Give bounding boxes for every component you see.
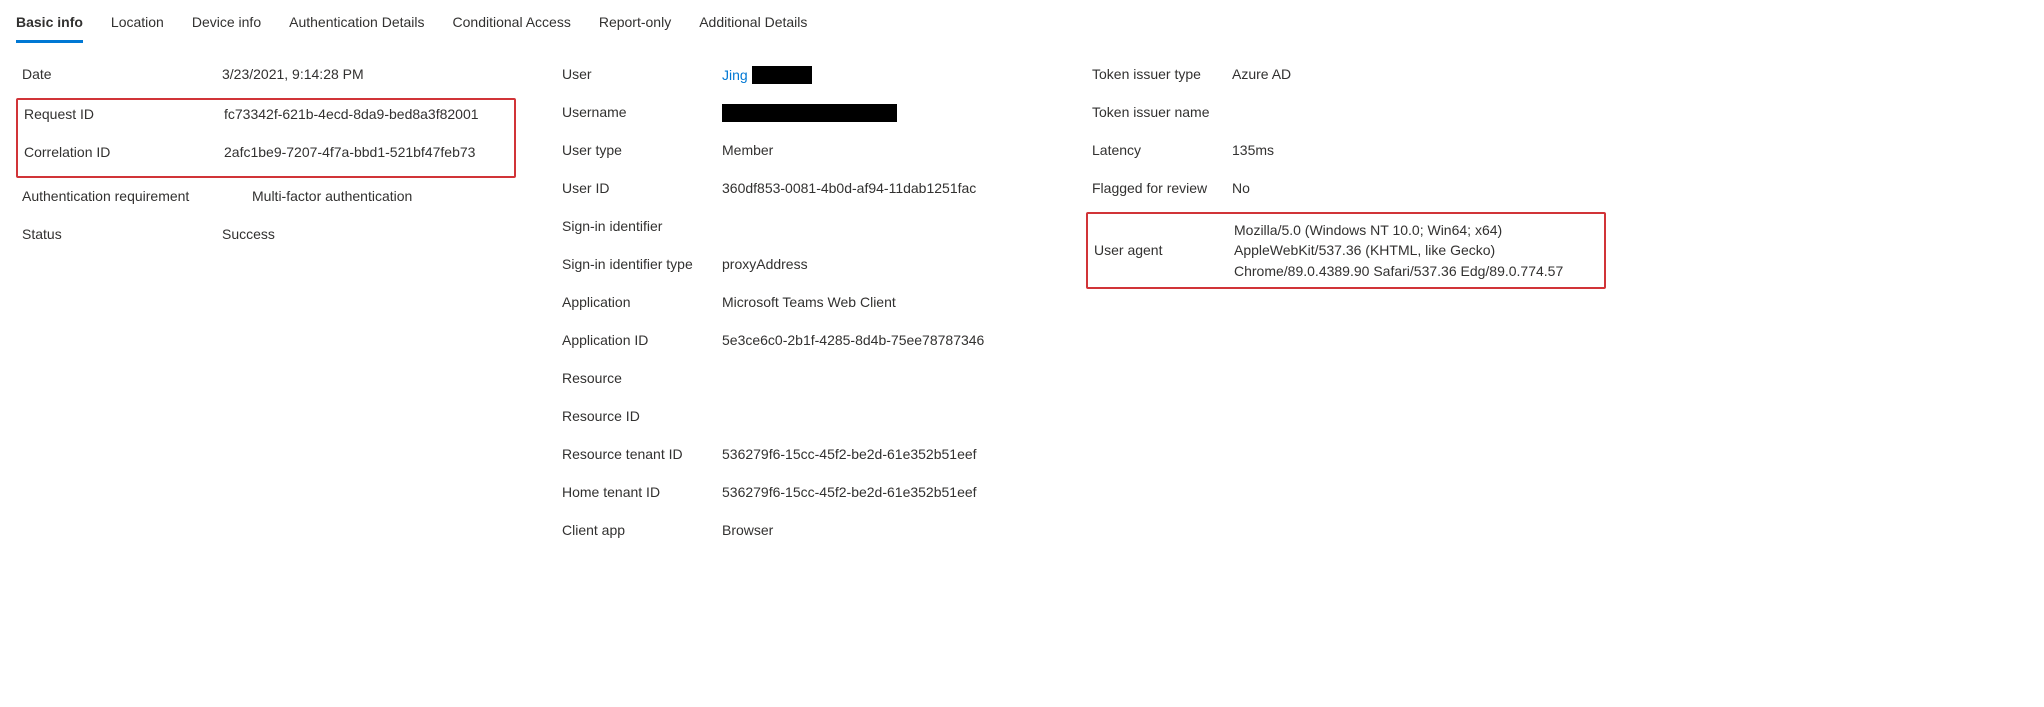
value-status: Success (222, 226, 510, 242)
row-correlation-id: Correlation ID 2afc1be9-7207-4f7a-bbd1-5… (18, 138, 514, 176)
label-request-id: Request ID (24, 106, 224, 122)
redacted-user-surname (752, 66, 812, 84)
label-auth-requirement: Authentication requirement (22, 188, 252, 204)
label-token-issuer-type: Token issuer type (1092, 66, 1232, 82)
label-application: Application (562, 294, 722, 310)
row-home-tenant-id: Home tenant ID 536279f6-15cc-45f2-be2d-6… (556, 476, 1046, 514)
user-link[interactable]: Jing (722, 67, 748, 83)
tab-report-only[interactable]: Report-only (599, 8, 671, 43)
tab-basic-info[interactable]: Basic info (16, 8, 83, 43)
label-user: User (562, 66, 722, 82)
row-signin-identifier-type: Sign-in identifier type proxyAddress (556, 248, 1046, 286)
value-user-agent: Mozilla/5.0 (Windows NT 10.0; Win64; x64… (1234, 220, 1598, 281)
row-resource: Resource (556, 362, 1046, 400)
tab-bar: Basic info Location Device info Authenti… (16, 8, 2028, 44)
row-user: User Jing (556, 58, 1046, 96)
row-date: Date 3/23/2021, 9:14:28 PM (16, 58, 516, 96)
row-resource-tenant-id: Resource tenant ID 536279f6-15cc-45f2-be… (556, 438, 1046, 476)
row-token-issuer-name: Token issuer name (1086, 96, 1606, 134)
value-home-tenant-id: 536279f6-15cc-45f2-be2d-61e352b51eef (722, 484, 1040, 500)
label-signin-identifier-type: Sign-in identifier type (562, 256, 722, 272)
value-signin-identifier-type: proxyAddress (722, 256, 1040, 272)
label-resource: Resource (562, 370, 722, 386)
value-resource-tenant-id: 536279f6-15cc-45f2-be2d-61e352b51eef (722, 446, 1040, 462)
label-status: Status (22, 226, 222, 242)
tab-location[interactable]: Location (111, 8, 164, 43)
row-auth-requirement: Authentication requirement Multi-factor … (16, 180, 516, 218)
value-flagged: No (1232, 180, 1600, 196)
value-auth-requirement: Multi-factor authentication (252, 188, 510, 204)
label-signin-identifier: Sign-in identifier (562, 218, 722, 234)
label-user-agent: User agent (1094, 242, 1234, 258)
label-token-issuer-name: Token issuer name (1092, 104, 1232, 120)
column-basic: Date 3/23/2021, 9:14:28 PM Request ID fc… (16, 58, 516, 256)
row-client-app: Client app Browser (556, 514, 1046, 552)
label-flagged: Flagged for review (1092, 180, 1232, 196)
row-token-issuer-type: Token issuer type Azure AD (1086, 58, 1606, 96)
tab-device-info[interactable]: Device info (192, 8, 261, 43)
column-token: Token issuer type Azure AD Token issuer … (1086, 58, 1606, 291)
row-flagged: Flagged for review No (1086, 172, 1606, 210)
details-columns: Date 3/23/2021, 9:14:28 PM Request ID fc… (16, 58, 2028, 552)
highlight-box-ids: Request ID fc73342f-621b-4ecd-8da9-bed8a… (16, 98, 516, 178)
label-home-tenant-id: Home tenant ID (562, 484, 722, 500)
row-application-id: Application ID 5e3ce6c0-2b1f-4285-8d4b-7… (556, 324, 1046, 362)
label-client-app: Client app (562, 522, 722, 538)
label-date: Date (22, 66, 222, 82)
row-username: Username (556, 96, 1046, 134)
row-user-id: User ID 360df853-0081-4b0d-af94-11dab125… (556, 172, 1046, 210)
row-signin-identifier: Sign-in identifier (556, 210, 1046, 248)
value-request-id: fc73342f-621b-4ecd-8da9-bed8a3f82001 (224, 106, 508, 122)
row-user-agent: User agent Mozilla/5.0 (Windows NT 10.0;… (1088, 214, 1604, 287)
value-user-id: 360df853-0081-4b0d-af94-11dab1251fac (722, 180, 1040, 196)
value-username (722, 104, 1040, 122)
value-token-issuer-type: Azure AD (1232, 66, 1600, 82)
row-latency: Latency 135ms (1086, 134, 1606, 172)
label-username: Username (562, 104, 722, 120)
row-user-type: User type Member (556, 134, 1046, 172)
value-application: Microsoft Teams Web Client (722, 294, 1040, 310)
value-application-id: 5e3ce6c0-2b1f-4285-8d4b-75ee78787346 (722, 332, 1040, 348)
redacted-username (722, 104, 897, 122)
value-date: 3/23/2021, 9:14:28 PM (222, 66, 510, 82)
label-latency: Latency (1092, 142, 1232, 158)
label-correlation-id: Correlation ID (24, 144, 224, 160)
highlight-box-user-agent: User agent Mozilla/5.0 (Windows NT 10.0;… (1086, 212, 1606, 289)
value-user: Jing (722, 66, 1040, 84)
row-request-id: Request ID fc73342f-621b-4ecd-8da9-bed8a… (18, 100, 514, 138)
row-application: Application Microsoft Teams Web Client (556, 286, 1046, 324)
value-correlation-id: 2afc1be9-7207-4f7a-bbd1-521bf47feb73 (224, 144, 508, 160)
tab-additional-details[interactable]: Additional Details (699, 8, 807, 43)
label-user-id: User ID (562, 180, 722, 196)
value-user-type: Member (722, 142, 1040, 158)
row-status: Status Success (16, 218, 516, 256)
value-latency: 135ms (1232, 142, 1600, 158)
label-application-id: Application ID (562, 332, 722, 348)
value-client-app: Browser (722, 522, 1040, 538)
label-resource-tenant-id: Resource tenant ID (562, 446, 722, 462)
column-user: User Jing Username User type Member User… (556, 58, 1046, 552)
row-resource-id: Resource ID (556, 400, 1046, 438)
label-resource-id: Resource ID (562, 408, 722, 424)
tab-conditional-access[interactable]: Conditional Access (453, 8, 571, 43)
tab-authentication-details[interactable]: Authentication Details (289, 8, 424, 43)
label-user-type: User type (562, 142, 722, 158)
